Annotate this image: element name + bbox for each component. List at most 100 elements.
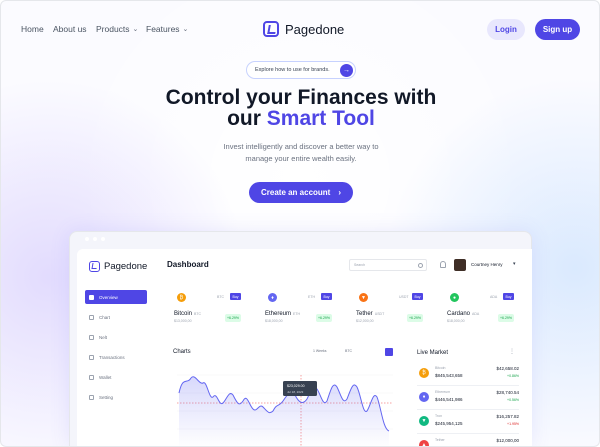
coin-change-badge: +6.29% xyxy=(225,314,241,322)
window-controls xyxy=(85,237,105,241)
coin-card-cardano[interactable]: ● ADA Buy Cardano ADA $18,000,00 +6.29% xyxy=(440,287,524,335)
coin-name: Ethereum xyxy=(265,311,292,317)
announcement-pill[interactable]: Explore how to use for brands. → xyxy=(246,61,356,79)
live-market-panel: Live Market ⋮ ₿ Bitcoin $845,543,658 $42… xyxy=(409,345,524,446)
tron-icon: ▼ xyxy=(419,416,429,426)
headline-line-2-prefix: our xyxy=(227,107,267,130)
buy-label: Buy xyxy=(505,294,512,299)
sidebar-item-label: Setting xyxy=(99,394,114,400)
hero-headline: Control your Finances with our Smart Too… xyxy=(101,87,501,129)
coin-change-badge: +6.29% xyxy=(316,314,332,322)
divider xyxy=(417,385,519,386)
market-coin-change: +0.56% xyxy=(507,398,519,402)
sidebar-item-transactions[interactable]: Transactions xyxy=(85,350,147,364)
login-button[interactable]: Login xyxy=(487,19,525,40)
nav-features-label: Features xyxy=(146,24,180,34)
buy-button[interactable]: Buy xyxy=(412,293,423,300)
divider xyxy=(417,433,519,434)
logo-icon xyxy=(263,21,279,37)
coin-name: Tether xyxy=(356,311,373,317)
wallet-icon xyxy=(89,374,94,380)
buy-label: Buy xyxy=(323,294,330,299)
signup-button[interactable]: Sign up xyxy=(535,19,580,40)
chevron-right-icon: › xyxy=(338,188,342,197)
price-chart: $23,029.00 Jul 18, 2023 xyxy=(177,374,393,446)
subtext-line-1: Invest intelligently and discover a bett… xyxy=(223,142,379,151)
nav-features-link[interactable]: Features ⌄ xyxy=(146,24,188,34)
chart-panel: Charts 1 Weeks BTC $23,029.00 Jul 18, 20… xyxy=(167,345,397,446)
chevron-down-icon: ⌄ xyxy=(182,26,189,33)
hero-subtext: Invest intelligently and discover a bett… xyxy=(171,141,431,165)
coin-change-badge: +6.29% xyxy=(498,314,514,322)
market-coin-price: $446,541,986 xyxy=(435,397,463,402)
sidebar-item-setting[interactable]: Setting xyxy=(85,390,147,404)
headline-accent: Smart Tool xyxy=(266,107,375,130)
market-coin-name: Ethereum xyxy=(435,390,451,394)
search-icon xyxy=(418,263,423,268)
sidebar-item-wallet[interactable]: Wallet xyxy=(85,370,147,384)
coin-card-ethereum[interactable]: ♦ ETH Buy Ethereum ETH $18,000,00 +6.29% xyxy=(258,287,342,335)
buy-label: Buy xyxy=(232,294,239,299)
user-name[interactable]: Courtney Henry xyxy=(471,262,503,267)
ethereum-icon: ♦ xyxy=(419,392,429,402)
market-coin-name: Tron xyxy=(435,414,443,418)
nav-home-label: Home xyxy=(21,24,44,34)
dashboard-title: Dashboard xyxy=(167,260,209,269)
coin-symbol: USDT xyxy=(374,312,385,316)
sidebar-item-label: Overview xyxy=(99,294,118,300)
brand-name: Pagedone xyxy=(285,21,345,37)
buy-button[interactable]: Buy xyxy=(230,293,241,300)
avatar[interactable] xyxy=(454,259,466,271)
logo-icon xyxy=(89,261,100,272)
sidebar-item-nelt[interactable]: Nelt xyxy=(85,330,147,344)
create-account-button[interactable]: Create an account › xyxy=(249,182,353,203)
window-dot xyxy=(93,237,97,241)
market-row[interactable]: ♦ Ethereum $446,541,986 $28,740.54 +0.56… xyxy=(417,389,519,413)
nav-products-label: Products xyxy=(96,24,130,34)
market-row[interactable]: ▼ Tron $245,954,125 $16,257.82 +1.95% xyxy=(417,413,519,437)
market-coin-name: Bitcoin xyxy=(435,366,446,370)
bell-icon[interactable] xyxy=(440,261,446,268)
sidebar-item-label: Chart xyxy=(99,314,111,320)
coin-symbol: ADA xyxy=(472,312,480,316)
transactions-icon xyxy=(89,354,94,360)
market-row[interactable]: ▲ Tether $12,000,00 xyxy=(417,437,519,446)
brand-logo[interactable]: Pagedone xyxy=(263,21,344,37)
search-placeholder: Search xyxy=(354,263,366,267)
coin-name: Cardano xyxy=(447,311,471,317)
buy-button[interactable]: Buy xyxy=(503,293,514,300)
ethereum-icon: ♦ xyxy=(268,293,277,302)
bitcoin-icon: ₿ xyxy=(177,293,186,302)
chevron-down-icon[interactable]: ▾ xyxy=(513,261,516,267)
sidebar-item-overview[interactable]: Overview xyxy=(85,290,147,304)
coin-price: $12,000,00 xyxy=(356,319,374,323)
tether-icon: ▼ xyxy=(359,293,368,302)
bitcoin-icon: ₿ xyxy=(419,368,429,378)
chart-icon xyxy=(89,314,94,320)
dashboard-logo[interactable]: Pagedone xyxy=(89,261,147,272)
arrow-right-icon[interactable]: → xyxy=(340,64,353,77)
coin-price: $18,000,00 xyxy=(265,319,283,323)
nav-about-label: About us xyxy=(53,24,87,34)
coin-symbol: ETH xyxy=(293,312,301,316)
more-options-icon[interactable]: ⋮ xyxy=(509,348,515,355)
coin-symbol-mini: BTC xyxy=(217,295,224,299)
headline-line-1: Control your Finances with xyxy=(165,86,437,109)
document-icon xyxy=(89,334,94,340)
nav-home-link[interactable]: Home xyxy=(21,24,44,34)
divider xyxy=(417,409,519,410)
chevron-down-icon: ⌄ xyxy=(132,26,139,33)
sidebar-item-chart[interactable]: Chart xyxy=(85,310,147,324)
gear-icon xyxy=(89,394,94,400)
nav-products-link[interactable]: Products ⌄ xyxy=(96,24,138,34)
market-coin-value: $42,658.02 xyxy=(496,366,519,371)
market-row[interactable]: ₿ Bitcoin $845,543,658 $42,658.02 +0.86% xyxy=(417,365,519,389)
coin-price: $18,000,00 xyxy=(447,319,465,323)
buy-button[interactable]: Buy xyxy=(321,293,332,300)
search-input[interactable]: Search xyxy=(349,259,427,271)
nav-about-link[interactable]: About us xyxy=(53,24,87,34)
coin-card-bitcoin[interactable]: ₿ BTC Buy Bitcoin BTC $13,000,00 +6.29% xyxy=(167,287,251,335)
login-label: Login xyxy=(495,25,517,34)
sidebar-item-label: Nelt xyxy=(99,334,108,340)
coin-card-tether[interactable]: ▼ USDT Buy Tether USDT $12,000,00 +6.29% xyxy=(349,287,433,335)
